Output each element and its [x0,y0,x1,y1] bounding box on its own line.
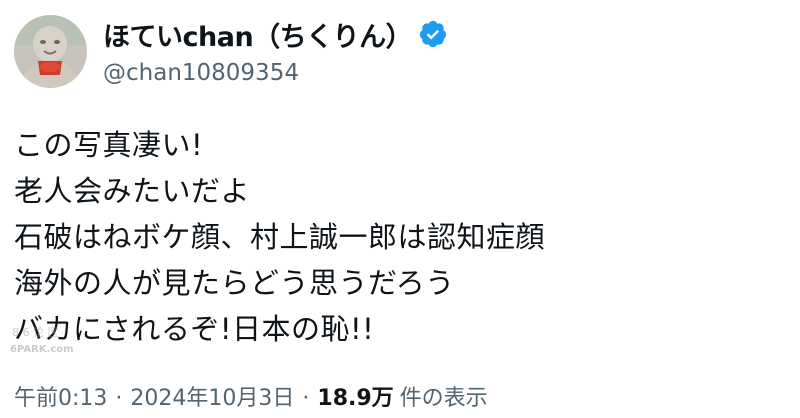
user-info: ほていchan（ちくりん） @chan10809354 [103,14,448,86]
watermark-logo: 8 6 论 区 6PARK.com [10,325,74,355]
meta-separator: · [302,386,310,411]
tweet-text: この写真凄い! 老人会みたいだよ 石破はねボケ顔、村上誠一郎は認知症顔 海外の人… [14,122,545,352]
meta-separator: · [115,386,123,411]
user-handle[interactable]: @chan10809354 [103,60,448,86]
watermark-text-bottom: 6PARK.com [10,344,74,355]
tweet-line: 老人会みたいだよ [14,174,251,208]
tweet-line: バカにされるぞ!日本の恥!! [14,312,375,346]
verified-badge-icon [418,19,448,49]
views-count[interactable]: 18.9万 [317,380,393,412]
watermark-text-top: 8 6 论 区 [12,325,59,339]
tweet-date[interactable]: 2024年10月3日 [130,380,294,412]
tweet-line: 海外の人が見たらどう思うだろう [14,266,455,300]
tweet-line: この写真凄い! [14,128,204,162]
avatar-image [14,15,87,88]
tweet-line: 石破はねボケ顔、村上誠一郎は認知症顔 [14,220,546,254]
avatar[interactable] [14,15,87,88]
views-label: 件の表示 [399,386,488,411]
tweet-time[interactable]: 午前0:13 [14,380,107,412]
display-name[interactable]: ほていchan（ちくりん） [103,15,413,54]
tweet-card: ほていchan（ちくりん） @chan10809354 この写真凄い! 老人会み… [0,0,800,418]
name-row: ほていchan（ちくりん） [103,14,448,54]
tweet-meta: 午前0:13 · 2024年10月3日 · 18.9万 件の表示 [14,380,488,412]
